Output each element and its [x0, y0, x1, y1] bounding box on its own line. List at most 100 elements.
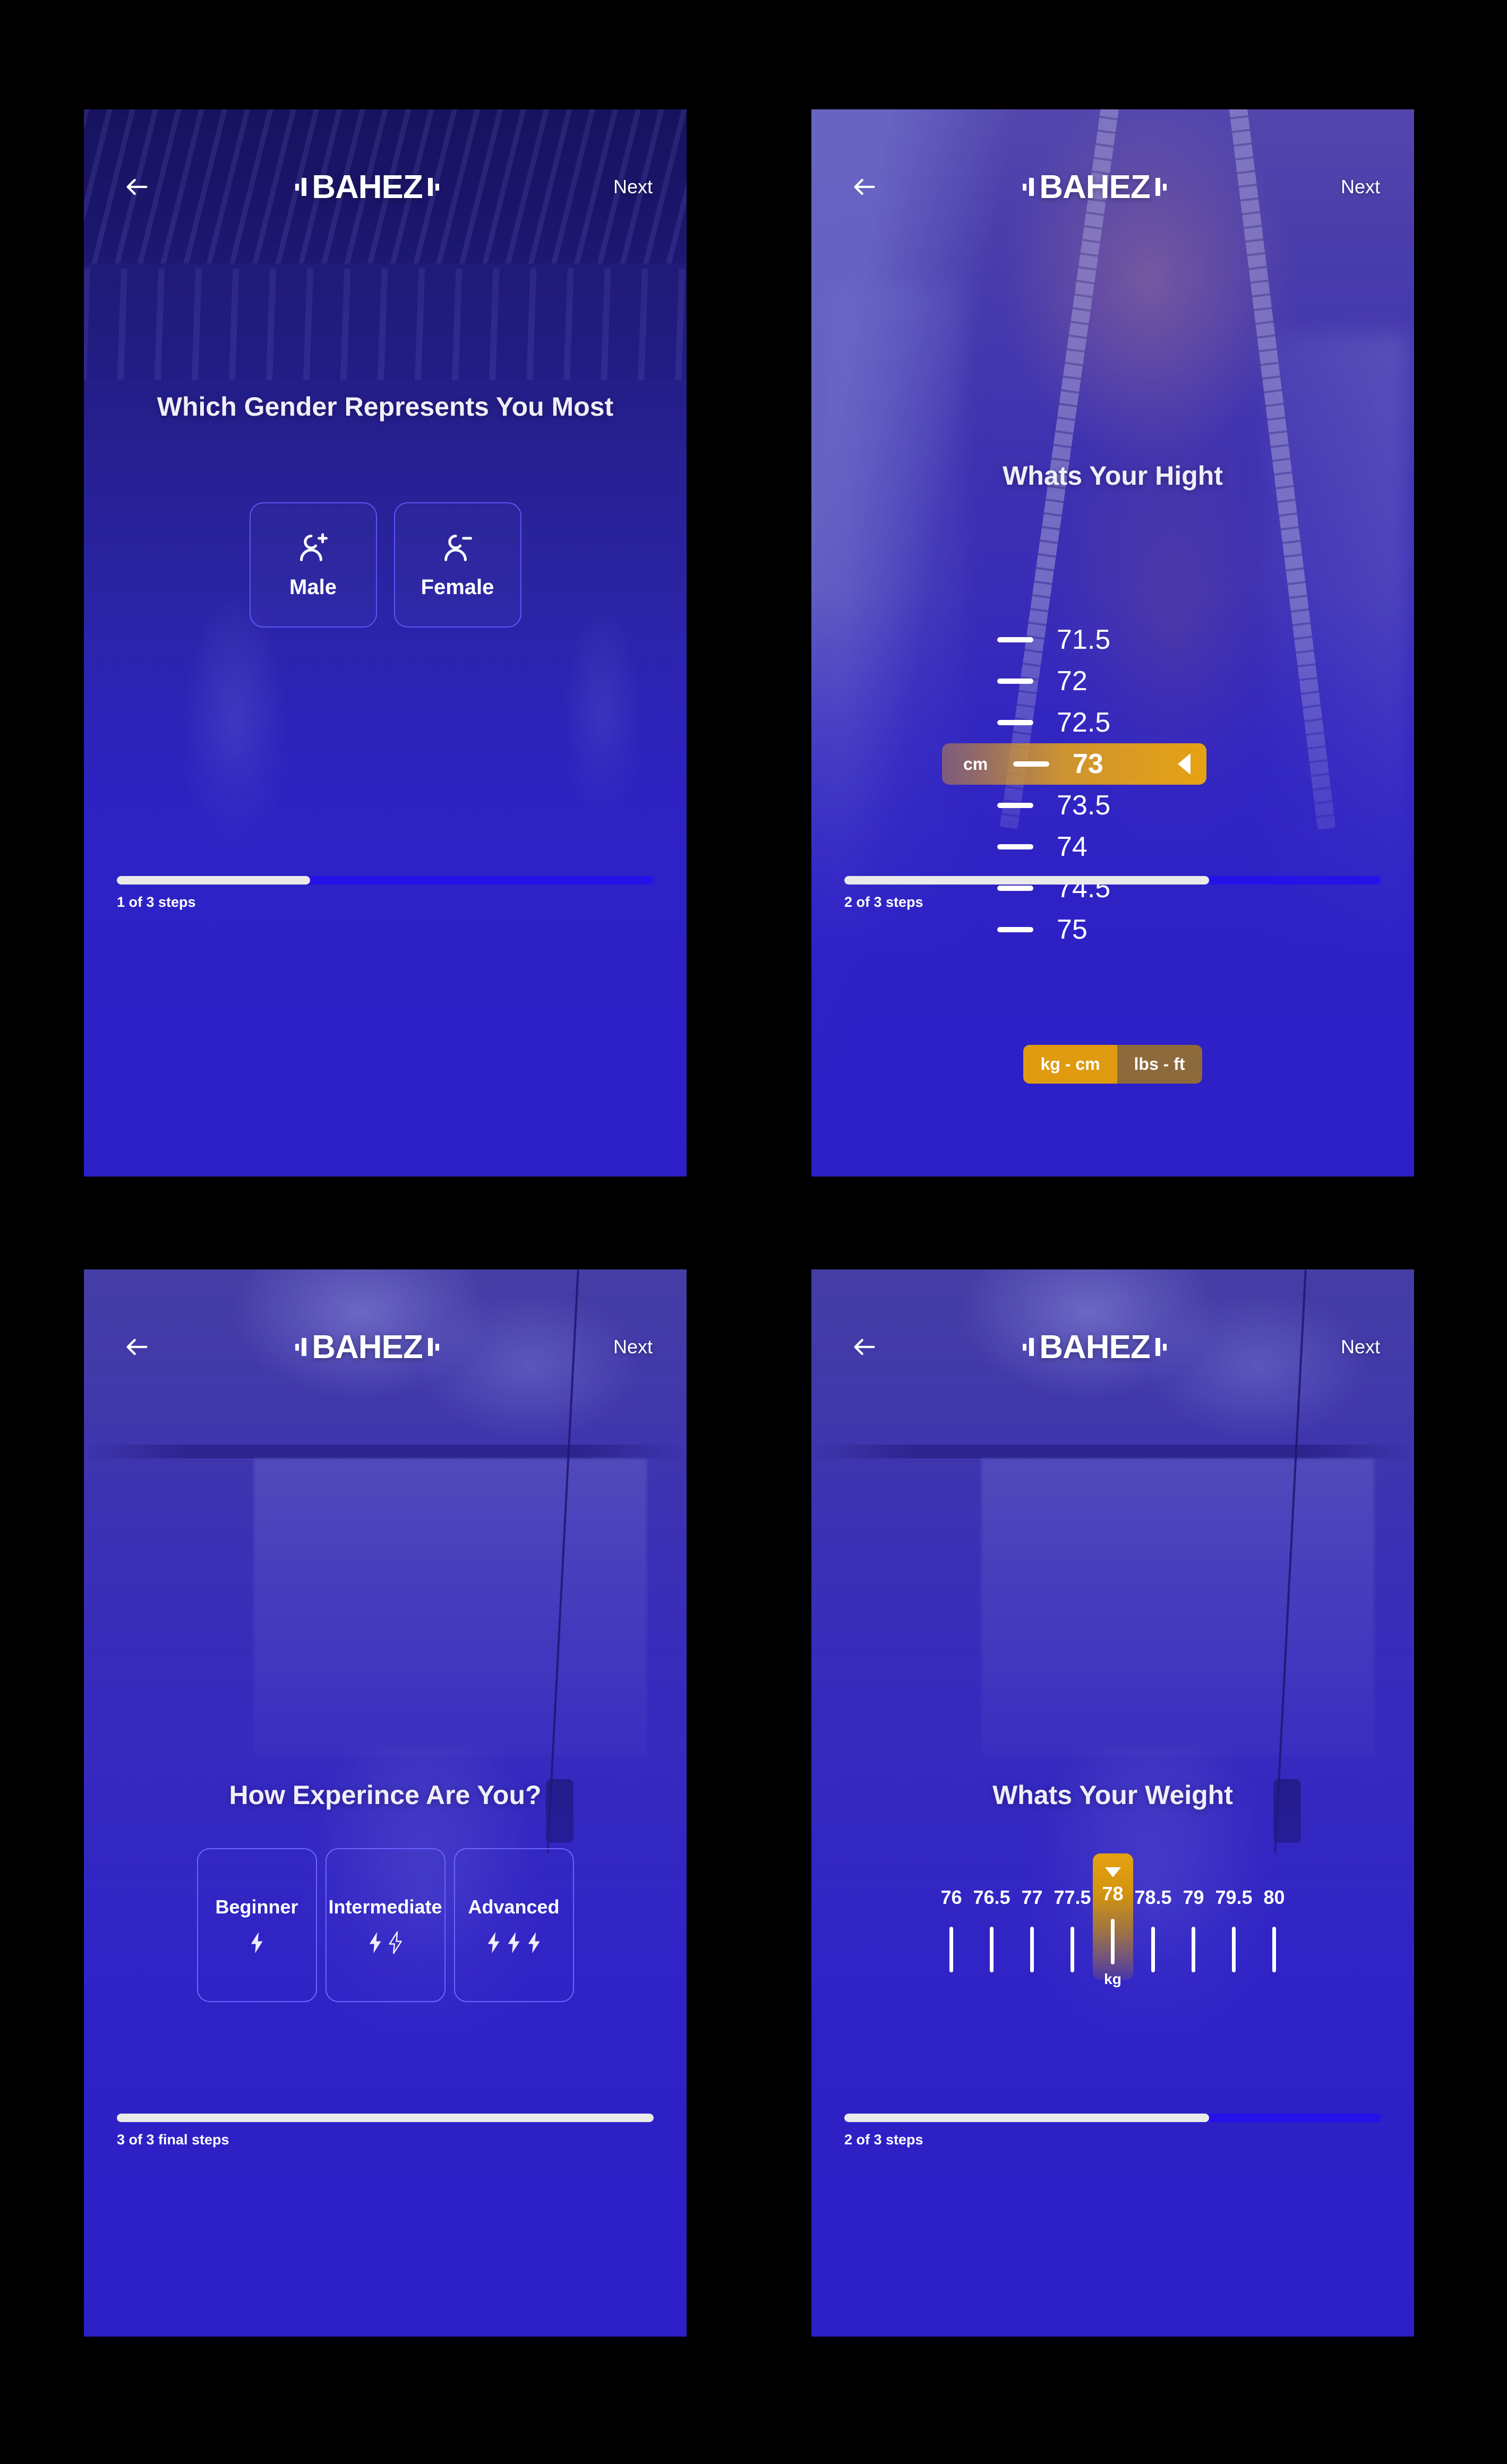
brand-logo: BAHEZ	[884, 1328, 1306, 1366]
weight-option-value: 79.5	[1215, 1886, 1253, 1908]
height-option[interactable]: 72	[811, 660, 1414, 702]
progress-bar[interactable]	[117, 876, 654, 885]
bolt-filled-icon	[528, 1932, 540, 1953]
weight-option[interactable]: 76	[931, 1853, 972, 1972]
experience-option-label: Intermediate	[328, 1896, 442, 1918]
gender-option-male[interactable]: Male	[249, 502, 377, 628]
progress-bar-fill	[117, 2114, 654, 2122]
logo-left-mark	[295, 178, 307, 196]
caret-down-icon	[1104, 1867, 1121, 1877]
gender-option-label: Male	[289, 575, 337, 599]
weight-option[interactable]: 79	[1174, 1853, 1214, 1972]
question-title: Whats Your Hight	[1003, 461, 1223, 491]
progress-bar[interactable]	[117, 2114, 654, 2122]
progress-bar[interactable]	[844, 876, 1381, 885]
logo-right-mark	[1155, 178, 1167, 196]
screen-weight: BAHEZ Next Whats Your Weight 76 76.5 77 …	[811, 1269, 1414, 2337]
arrow-left-icon	[854, 1338, 875, 1355]
height-option-value: 72.5	[1057, 707, 1111, 738]
tick-mark-icon	[997, 720, 1033, 725]
height-option[interactable]: 74	[811, 826, 1414, 868]
unit-toggle: kg - cm lbs - ft	[811, 1045, 1414, 1084]
height-option[interactable]: 75	[811, 909, 1414, 950]
brand-logo: BAHEZ	[884, 168, 1306, 206]
bottom-gradient-overlay	[811, 1749, 1414, 2337]
tick-mark-icon	[997, 844, 1033, 849]
next-button[interactable]: Next	[578, 176, 653, 198]
bolt-filled-icon	[487, 1932, 500, 1953]
height-option[interactable]: 72.5	[811, 702, 1414, 743]
tick-mark-icon	[1232, 1927, 1236, 1972]
gender-options: Male Female	[84, 502, 687, 628]
logo-left-mark	[1023, 178, 1034, 196]
brand-name: BAHEZ	[1039, 1328, 1151, 1366]
logo-right-mark	[427, 1338, 439, 1356]
weight-option[interactable]: 77.5	[1052, 1853, 1093, 1972]
progress-bar-fill	[844, 876, 1210, 885]
brand-name: BAHEZ	[1039, 168, 1151, 205]
experience-option-beginner[interactable]: Beginner	[196, 1848, 317, 2002]
progress-bar-fill	[117, 876, 310, 885]
progress-step-label: 3 of 3 final steps	[117, 2132, 229, 2148]
back-button[interactable]	[845, 1328, 884, 1366]
bottom-gradient-overlay	[84, 1749, 687, 2337]
weight-option-value: 78.5	[1134, 1886, 1172, 1908]
caret-left-icon	[1178, 753, 1191, 775]
height-option[interactable]: 73.5	[811, 785, 1414, 826]
progress-footer: 1 of 3 steps	[117, 876, 654, 911]
bolt-outline-icon	[389, 1931, 402, 1954]
next-button[interactable]: Next	[1306, 176, 1380, 198]
progress-bar[interactable]	[844, 2114, 1381, 2122]
bolt-filled-icon	[251, 1932, 263, 1953]
height-picker[interactable]: 71.5 72 72.5 cm 73 73.5 74 74.5 75	[811, 619, 1414, 964]
unit-imperial-button[interactable]: lbs - ft	[1117, 1045, 1202, 1084]
gender-option-label: Female	[421, 575, 494, 599]
brand-name: BAHEZ	[312, 1328, 423, 1366]
tick-mark-icon	[997, 803, 1033, 808]
tick-mark-icon	[1071, 1927, 1074, 1972]
weight-option[interactable]: 76.5	[972, 1853, 1012, 1972]
next-button[interactable]: Next	[1306, 1336, 1380, 1358]
height-option-selected[interactable]: cm 73	[811, 743, 1414, 785]
weight-option[interactable]: 78.5	[1133, 1853, 1174, 1972]
bolt-rating	[367, 1931, 404, 1954]
logo-right-mark	[427, 178, 439, 196]
experience-option-intermediate[interactable]: Intermediate	[325, 1848, 446, 2002]
progress-step-label: 2 of 3 steps	[844, 2132, 923, 2148]
weight-option[interactable]: 77	[1012, 1853, 1052, 1972]
experience-option-label: Advanced	[468, 1896, 560, 1918]
weight-option[interactable]: 79.5	[1214, 1853, 1254, 1972]
brand-name: BAHEZ	[312, 168, 423, 205]
back-button[interactable]	[118, 1328, 156, 1366]
experience-option-advanced[interactable]: Advanced	[453, 1848, 574, 2002]
screen-experience: BAHEZ Next How Experince Are You? Beginn…	[84, 1269, 687, 2337]
tick-mark-icon	[949, 1927, 953, 1972]
weight-option-value: 76	[940, 1886, 962, 1908]
gender-option-female[interactable]: Female	[393, 502, 521, 628]
logo-right-mark	[1155, 1338, 1167, 1356]
arrow-left-icon	[126, 178, 148, 195]
weight-option-value: 80	[1263, 1886, 1285, 1908]
unit-metric-button[interactable]: kg - cm	[1023, 1045, 1117, 1084]
tick-mark-icon	[990, 1927, 994, 1972]
user-plus-icon	[299, 533, 328, 561]
back-button[interactable]	[118, 168, 156, 206]
weight-option-selected[interactable]: 78 kg	[1092, 1853, 1133, 1988]
height-option[interactable]: 71.5	[811, 619, 1414, 660]
bolt-rating	[486, 1931, 542, 1954]
progress-footer: 2 of 3 steps	[844, 2114, 1381, 2148]
screen-height: BAHEZ Next Whats Your Hight 71.5 72 72.5…	[811, 109, 1414, 1177]
weight-option[interactable]: 80	[1254, 1853, 1295, 1972]
next-button[interactable]: Next	[578, 1336, 653, 1358]
arrow-left-icon	[854, 178, 875, 195]
height-option-value: 72	[1057, 666, 1088, 697]
weight-picker[interactable]: 76 76.5 77 77.5 78 kg 78.5 79 79.5 80	[833, 1853, 1393, 1991]
arrow-left-icon	[126, 1338, 148, 1355]
height-option-value: 73.5	[1057, 790, 1111, 821]
app-header: BAHEZ Next	[811, 160, 1414, 213]
weight-option-value: 77.5	[1054, 1886, 1091, 1908]
height-option-value: 75	[1057, 914, 1088, 945]
bolt-filled-icon	[508, 1932, 520, 1953]
tick-mark-icon	[1192, 1927, 1195, 1972]
back-button[interactable]	[845, 168, 884, 206]
